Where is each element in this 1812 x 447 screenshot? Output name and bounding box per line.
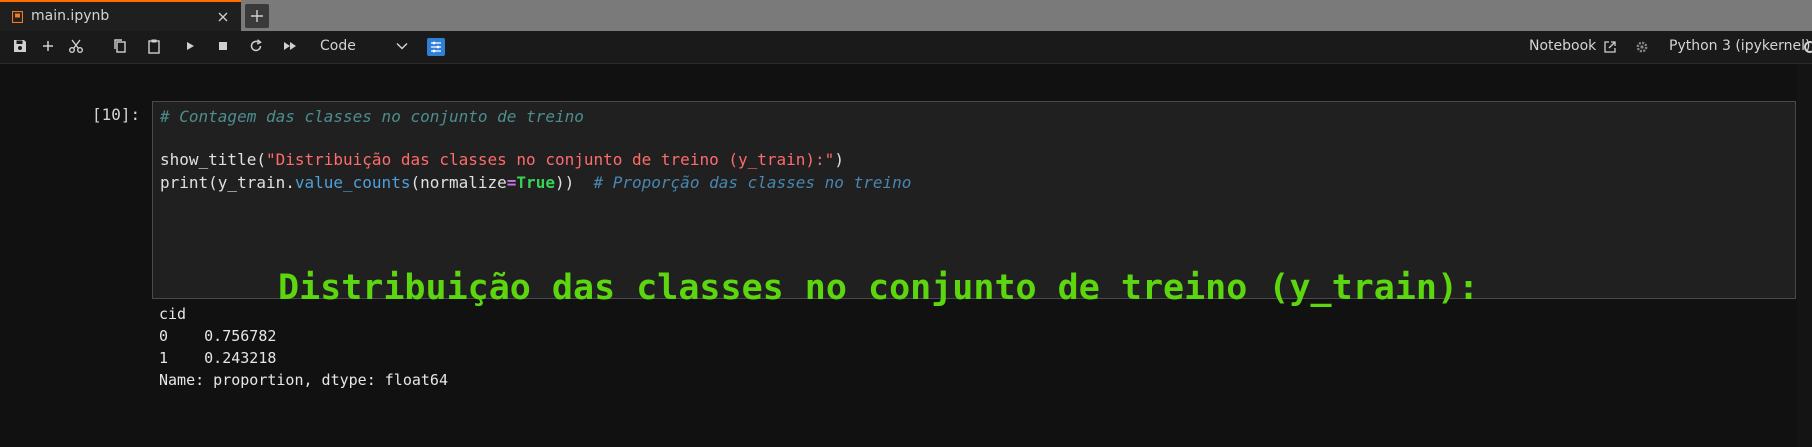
- open-notebook-link[interactable]: Notebook: [1529, 38, 1596, 54]
- code-line-1: # Contagem das classes no conjunto de tr…: [160, 107, 584, 126]
- new-tab-button[interactable]: [245, 4, 269, 28]
- output-line: Name: proportion, dtype: float64: [159, 371, 448, 389]
- code-function: show_title(: [160, 150, 266, 169]
- cell-type-label: Code: [320, 38, 356, 54]
- notebook-panel: [10]: # Contagem das classes no conjunto…: [0, 64, 1812, 447]
- property-inspector-toggle[interactable]: [427, 38, 445, 56]
- copy-button[interactable]: [112, 38, 130, 56]
- chevron-down-icon: [396, 42, 408, 50]
- code-arg: (normalize: [410, 173, 507, 192]
- code-line-3: show_title("Distribuição das classes no …: [160, 150, 844, 169]
- stop-button[interactable]: [215, 38, 233, 56]
- save-button[interactable]: [12, 38, 30, 56]
- notebook-toolbar: Code Notebook Python 3 (ipykernel): [0, 31, 1812, 64]
- output-line: 0 0.756782: [159, 327, 277, 345]
- plus-icon: [251, 10, 263, 22]
- output-title: Distribuição das classes no conjunto de …: [278, 268, 1480, 308]
- settings-sliders-icon: [431, 41, 441, 53]
- run-icon: [187, 42, 194, 50]
- cell-type-select[interactable]: Code: [320, 36, 412, 58]
- run-all-button[interactable]: [282, 38, 300, 56]
- code-print: print(y_train.: [160, 173, 295, 192]
- notebook-scrollbar[interactable]: [1797, 64, 1812, 447]
- jupyter-window: main.ipynb Code Notebook Python 3 (ipyke…: [0, 0, 1812, 447]
- kernel-status-icon: [1804, 41, 1812, 53]
- code-operator: =: [506, 173, 517, 192]
- code-line-4: print(y_train.value_counts(normalize=Tru…: [160, 173, 911, 192]
- code-comment: # Proporção das classes no treino: [593, 173, 912, 192]
- stop-icon: [219, 42, 227, 50]
- add-cell-icon: [43, 41, 53, 51]
- tab-bar: main.ipynb: [0, 0, 1812, 31]
- code-paren: )): [554, 173, 575, 192]
- save-icon: [14, 40, 26, 52]
- tab-main-ipynb[interactable]: main.ipynb: [0, 0, 241, 31]
- code-comment: # Contagem das classes no conjunto de tr…: [160, 107, 584, 126]
- code-string: "Distribuição das classes no conjunto de…: [265, 150, 835, 169]
- paste-button[interactable]: [146, 38, 164, 56]
- execution-count: [10]:: [92, 105, 141, 124]
- add-cell-button[interactable]: [40, 38, 58, 56]
- cut-icon: [69, 39, 83, 53]
- paste-icon: [148, 39, 160, 54]
- copy-icon: [114, 39, 126, 53]
- output-line: cid: [159, 305, 187, 323]
- run-all-icon: [284, 42, 296, 50]
- output-line: 1 0.243218: [159, 349, 277, 367]
- cut-button[interactable]: [68, 38, 86, 56]
- restart-icon: [250, 39, 262, 52]
- tab-label: main.ipynb: [31, 8, 110, 24]
- code-paren: ): [834, 150, 844, 169]
- external-link-icon[interactable]: [1603, 40, 1617, 54]
- gear-icon[interactable]: [1635, 40, 1649, 54]
- run-button[interactable]: [182, 38, 200, 56]
- close-icon[interactable]: [216, 10, 230, 24]
- restart-button[interactable]: [248, 38, 266, 56]
- kernel-name[interactable]: Python 3 (ipykernel): [1669, 38, 1810, 54]
- code-bool: True: [516, 173, 555, 192]
- code-method: value_counts: [294, 173, 411, 192]
- notebook-file-icon: [12, 11, 23, 23]
